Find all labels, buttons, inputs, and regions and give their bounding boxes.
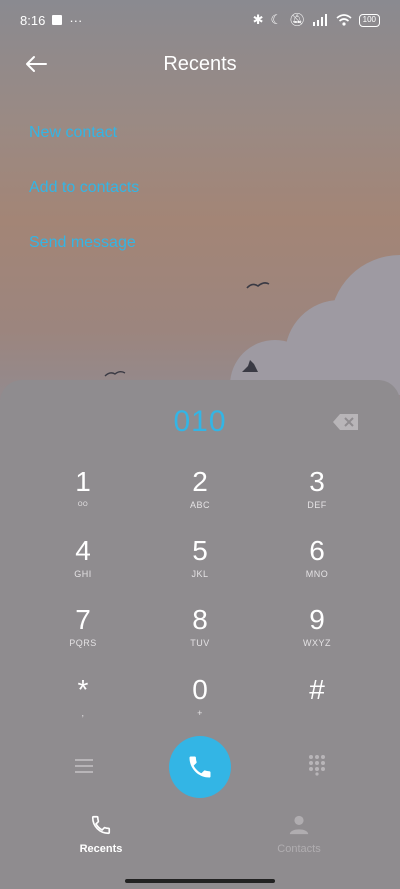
more-notifications: ··· (69, 12, 83, 28)
clock: 8:16 (20, 12, 46, 28)
dial-key-5[interactable]: 5 JKL (150, 535, 250, 595)
backspace-icon[interactable] (332, 412, 360, 432)
dial-key-2[interactable]: 2 ABC (150, 466, 250, 526)
dial-key-8[interactable]: 8 TUV (150, 604, 250, 664)
voicemail-icon: ᴼᴼ (77, 500, 89, 510)
signal-icon (312, 14, 327, 26)
moon-icon: ☾ (270, 12, 283, 27)
status-bar: 8:16 ··· ✱ ☾ 🔕︎ 100 (0, 0, 400, 40)
home-indicator[interactable] (125, 879, 275, 883)
tab-label: Recents (79, 843, 123, 855)
tab-label: Contacts (277, 843, 321, 855)
bird-icon (246, 282, 270, 289)
bird-icon (104, 371, 126, 377)
dial-key-3[interactable]: 3 DEF (267, 466, 367, 526)
dial-key-star[interactable]: * , (33, 674, 133, 734)
app-header: Recents (0, 42, 400, 86)
notification-icon (52, 15, 63, 25)
dial-key-hash[interactable]: # (267, 674, 367, 734)
menu-icon[interactable] (74, 757, 94, 775)
page-title: Recents (163, 52, 237, 75)
dial-key-6[interactable]: 6 MNO (267, 535, 367, 595)
battery-icon: 100 (358, 13, 380, 27)
dial-key-1[interactable]: 1 ᴼᴼ (33, 466, 133, 526)
dial-key-4[interactable]: 4 GHI (33, 535, 133, 595)
wifi-icon (336, 14, 352, 26)
bell-off-icon: 🔕︎ (289, 12, 306, 27)
phone-icon (91, 815, 111, 835)
dialpad-toggle-icon[interactable] (307, 754, 327, 776)
phone-icon (189, 756, 211, 778)
person-icon (289, 815, 309, 835)
tab-contacts[interactable]: Contacts (239, 814, 359, 855)
dial-key-9[interactable]: 9 WXYZ (267, 604, 367, 664)
send-message-link[interactable]: Send message (29, 234, 136, 252)
add-to-contacts-link[interactable]: Add to contacts (29, 179, 139, 197)
bluetooth-icon: ✱ (252, 12, 264, 27)
arrow-left-icon[interactable] (22, 50, 50, 78)
dial-key-7[interactable]: 7 PQRS (33, 604, 133, 664)
boat-icon (242, 360, 258, 372)
dial-key-0[interactable]: 0 + (150, 674, 250, 734)
call-button[interactable] (169, 736, 231, 798)
tab-recents[interactable]: Recents (41, 814, 161, 855)
new-contact-link[interactable]: New contact (29, 124, 117, 142)
